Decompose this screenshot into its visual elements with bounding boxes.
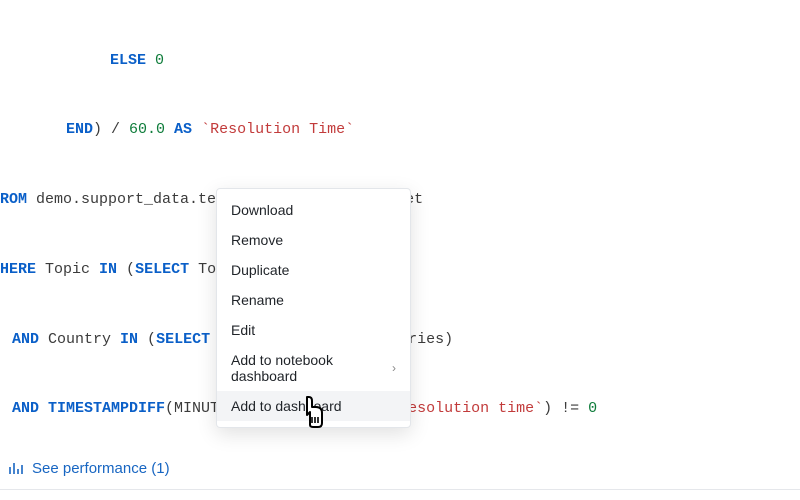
menu-add-to-dashboard[interactable]: Add to dashboard xyxy=(217,391,410,421)
sql-keyword: AS xyxy=(165,121,201,138)
see-performance-label: See performance (1) xyxy=(32,460,170,477)
menu-rename[interactable]: Rename xyxy=(217,285,410,315)
sql-keyword: ELSE xyxy=(110,52,146,69)
result-tabs: le Satisfaction by source xyxy=(0,490,800,500)
menu-add-to-notebook-dashboard[interactable]: Add to notebook dashboard› xyxy=(217,345,410,391)
sql-text: ) / xyxy=(93,121,129,138)
code-line: ELSE 0 xyxy=(0,49,800,72)
sql-number: 0 xyxy=(155,52,164,69)
sql-keyword: ROM xyxy=(0,191,27,208)
menu-remove[interactable]: Remove xyxy=(217,225,410,255)
sql-keyword: HERE xyxy=(0,261,36,278)
bar-chart-icon xyxy=(8,460,24,476)
see-performance-link[interactable]: See performance (1) xyxy=(0,450,800,489)
code-line: END) / 60.0 AS `Resolution Time` xyxy=(0,118,800,141)
menu-duplicate[interactable]: Duplicate xyxy=(217,255,410,285)
sql-keyword: END xyxy=(66,121,93,138)
sql-number: 60.0 xyxy=(129,121,165,138)
chevron-right-icon: › xyxy=(392,361,396,375)
menu-download[interactable]: Download xyxy=(217,195,410,225)
sql-string: `Resolution Time` xyxy=(201,121,354,138)
tab-context-menu: Download Remove Duplicate Rename Edit Ad… xyxy=(216,188,411,428)
menu-edit[interactable]: Edit xyxy=(217,315,410,345)
